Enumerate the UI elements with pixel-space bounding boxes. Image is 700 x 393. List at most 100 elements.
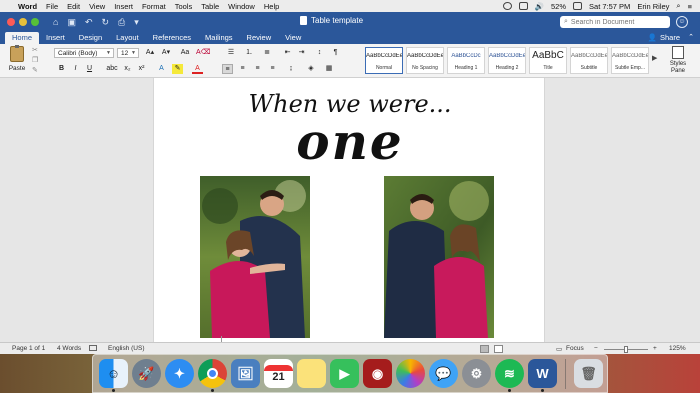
align-right-button[interactable]: ≡: [252, 64, 263, 74]
print-icon[interactable]: ⎙: [118, 17, 125, 28]
notification-center-icon[interactable]: ≡: [688, 2, 692, 11]
chrome-icon[interactable]: [198, 359, 227, 392]
focus-button[interactable]: Focus: [566, 345, 584, 352]
spotlight-icon[interactable]: ⌕: [676, 1, 680, 11]
borders-icon[interactable]: ▦: [322, 64, 336, 74]
menu-tools[interactable]: Tools: [175, 2, 193, 11]
couple-photo-left[interactable]: [200, 176, 310, 338]
focus-icon[interactable]: ▭: [556, 345, 562, 353]
paste-button[interactable]: Paste: [6, 45, 28, 76]
trash-icon[interactable]: 🗑: [574, 359, 603, 388]
menu-edit[interactable]: Edit: [67, 2, 80, 11]
calendar-icon[interactable]: 21: [264, 359, 293, 388]
style-subtitle[interactable]: AaBbCcDdEe Subtitle: [570, 47, 608, 74]
volume-icon[interactable]: 🔊: [535, 2, 544, 11]
style-heading-1[interactable]: AaBbCcDc Heading 1: [447, 47, 485, 74]
redo-icon[interactable]: ↻: [102, 17, 110, 28]
bold-button[interactable]: B: [56, 64, 67, 74]
clock[interactable]: Sat 7:57 PM: [589, 2, 630, 11]
photo-booth-icon[interactable]: ◉: [363, 359, 392, 388]
highlight-color-icon[interactable]: ✎: [172, 64, 183, 74]
font-name-combo[interactable]: Calibri (Body) ▼: [54, 48, 114, 58]
style-heading-2[interactable]: AaBbCcDdEe Heading 2: [488, 47, 526, 74]
tab-home[interactable]: Home: [5, 32, 40, 44]
wifi-icon[interactable]: [518, 2, 528, 10]
close-window-button[interactable]: [7, 18, 15, 26]
text-effects-icon[interactable]: A: [156, 64, 167, 74]
bullets-icon[interactable]: ☰: [224, 48, 238, 58]
spotlight-status-icon[interactable]: [502, 2, 512, 10]
tab-view[interactable]: View: [278, 32, 308, 44]
style-title[interactable]: AaBbC Title: [529, 47, 567, 74]
finder-icon[interactable]: ☺: [99, 359, 128, 392]
save-icon[interactable]: ▣: [67, 17, 76, 28]
zoom-window-button[interactable]: [31, 18, 39, 26]
menu-insert[interactable]: Insert: [114, 2, 133, 11]
shrink-font-icon[interactable]: A▾: [159, 48, 173, 58]
share-button[interactable]: 👤 Share: [648, 33, 680, 42]
tab-references[interactable]: References: [146, 32, 198, 44]
customize-toolbar-icon[interactable]: ▾: [134, 17, 139, 28]
decrease-indent-icon[interactable]: ⇤: [282, 48, 293, 58]
system-preferences-icon[interactable]: ⚙: [462, 359, 491, 388]
word-count[interactable]: 4 Words: [57, 345, 81, 352]
numbering-icon[interactable]: ⒈: [242, 48, 256, 58]
spotify-icon[interactable]: ≋: [495, 359, 524, 392]
tab-design[interactable]: Design: [72, 32, 109, 44]
notes-icon[interactable]: [297, 359, 326, 388]
tab-mailings[interactable]: Mailings: [198, 32, 240, 44]
document-workspace[interactable]: When we were... one: [0, 78, 700, 342]
change-case-icon[interactable]: Aa: [178, 48, 192, 58]
minimize-window-button[interactable]: [19, 18, 27, 26]
increase-indent-icon[interactable]: ⇥: [296, 48, 307, 58]
menu-view[interactable]: View: [89, 2, 105, 11]
gallery-more-icon[interactable]: ▶: [652, 54, 657, 62]
tab-layout[interactable]: Layout: [109, 32, 146, 44]
sort-icon[interactable]: ↕: [314, 48, 325, 58]
menu-table[interactable]: Table: [201, 2, 219, 11]
page-count[interactable]: Page 1 of 1: [12, 345, 45, 352]
word-icon[interactable]: W: [528, 359, 557, 392]
grow-font-icon[interactable]: A▴: [143, 48, 157, 58]
undo-icon[interactable]: ↶: [85, 17, 93, 28]
font-color-icon[interactable]: A: [192, 64, 203, 74]
battery-icon[interactable]: [573, 2, 583, 10]
menu-format[interactable]: Format: [142, 2, 166, 11]
launchpad-icon[interactable]: 🚀: [132, 359, 161, 388]
preview-icon[interactable]: 🖼: [231, 359, 260, 388]
shading-icon[interactable]: ◈: [304, 64, 318, 74]
photos-icon[interactable]: [396, 359, 425, 388]
web-layout-view-button[interactable]: [494, 345, 503, 353]
menu-help[interactable]: Help: [264, 2, 279, 11]
feedback-smiley-icon[interactable]: ☺: [676, 16, 688, 28]
zoom-slider-thumb[interactable]: [624, 346, 628, 353]
zoom-level[interactable]: 125%: [669, 345, 686, 352]
proofing-icon[interactable]: [89, 345, 97, 352]
styles-pane-button[interactable]: Styles Pane: [664, 46, 692, 75]
zoom-in-icon[interactable]: +: [653, 345, 657, 352]
battery-percent[interactable]: 52%: [551, 2, 566, 11]
italic-button[interactable]: I: [70, 64, 81, 74]
messages-icon[interactable]: 💬: [429, 359, 458, 388]
align-center-button[interactable]: ≡: [237, 64, 248, 74]
home-icon[interactable]: ⌂: [53, 17, 58, 28]
style-normal[interactable]: AaBbCcDdEe Normal: [365, 47, 403, 74]
justify-button[interactable]: ≡: [267, 64, 278, 74]
style-subtle-emphasis[interactable]: AaBbCcDdEe Subtle Emp...: [611, 47, 649, 74]
user-name[interactable]: Erin Riley: [637, 2, 669, 11]
line-spacing-icon[interactable]: ↨: [284, 64, 298, 74]
search-input[interactable]: [570, 18, 666, 26]
subscript-button[interactable]: x₂: [122, 64, 133, 74]
font-size-combo[interactable]: 12 ▼: [117, 48, 139, 58]
menu-app-name[interactable]: Word: [18, 2, 37, 11]
language[interactable]: English (US): [108, 345, 144, 352]
zoom-out-icon[interactable]: −: [594, 345, 598, 352]
tab-review[interactable]: Review: [240, 32, 279, 44]
underline-button[interactable]: U: [84, 64, 95, 74]
collapse-ribbon-icon[interactable]: ⌃: [688, 33, 694, 41]
tab-insert[interactable]: Insert: [39, 32, 72, 44]
document-page[interactable]: When we were... one: [153, 78, 545, 342]
clear-formatting-icon[interactable]: A⌫: [196, 48, 211, 58]
search-document-box[interactable]: ⌕: [560, 16, 670, 28]
style-no-spacing[interactable]: AaBbCcDdEe No Spacing: [406, 47, 444, 74]
